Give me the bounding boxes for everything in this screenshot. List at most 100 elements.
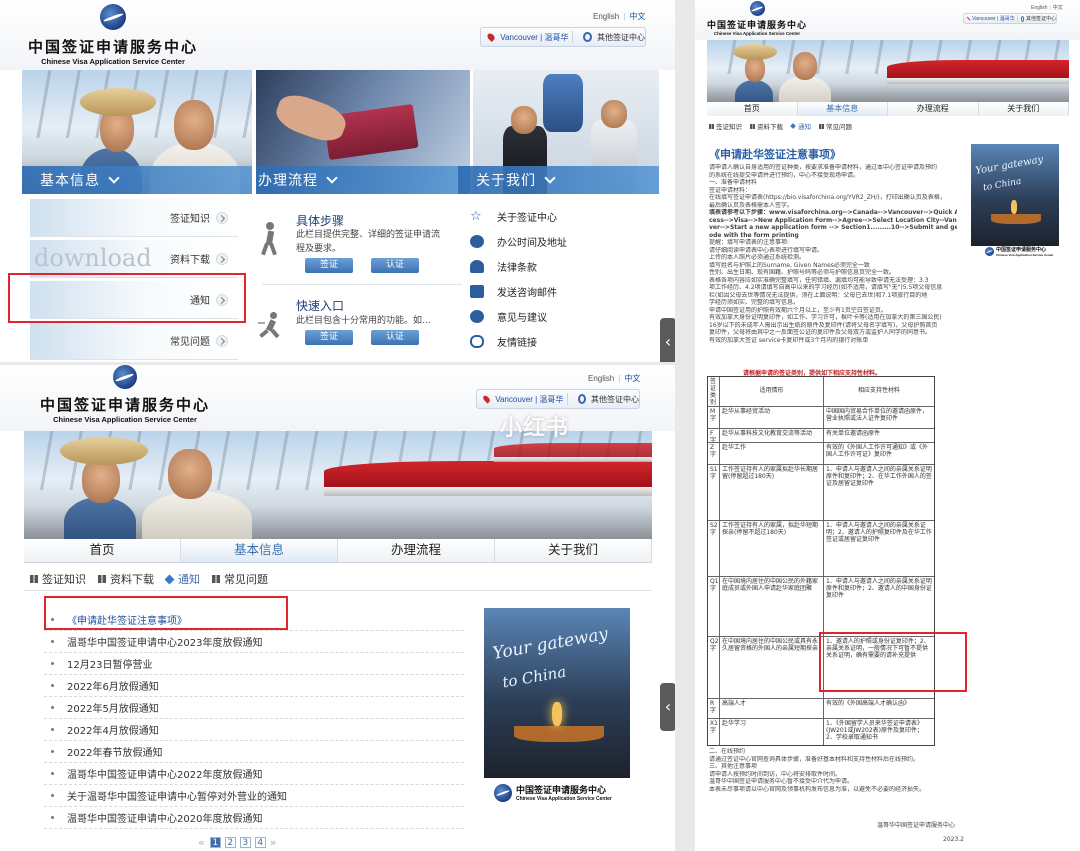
pagination: « 1 2 3 4 » — [198, 836, 281, 849]
notice-item[interactable]: 12月23日暂停营业 — [44, 653, 464, 675]
notice-item[interactable]: 温哥华中国签证申请中心2020年度放假通知 — [44, 807, 464, 829]
subnav-notices[interactable]: 通知 — [790, 121, 811, 131]
tab-about[interactable]: 关于我们 — [495, 539, 652, 562]
poster-logo-small: 中国签证申请服务中心 Chinese Visa Application Serv… — [985, 246, 1054, 257]
section-process[interactable]: 办理流程 — [256, 166, 470, 194]
gateway-poster: Your gateway to China — [484, 608, 630, 778]
other-centers-link[interactable]: 其他签证中心 — [591, 394, 639, 405]
grid-icon — [212, 575, 220, 583]
subnav-visa-knowledge[interactable]: 签证知识 — [30, 571, 86, 587]
location-selector[interactable]: Vancouver | 温哥华 其他签证中心 — [480, 27, 646, 47]
friend-links[interactable]: 友情链接 — [470, 334, 537, 349]
diamond-icon — [164, 574, 175, 584]
logo-emblem-icon — [985, 247, 994, 256]
grid-icon — [709, 123, 714, 129]
row-faq[interactable]: 常见问题 — [30, 322, 238, 360]
lang-chinese[interactable]: 中文 — [624, 374, 640, 383]
section-about[interactable]: 关于我们 — [458, 166, 659, 194]
page-2[interactable]: 2 — [224, 837, 236, 848]
tab-basic-info[interactable]: 基本信息 — [797, 102, 888, 116]
logo-emblem-icon — [100, 4, 126, 30]
location-selector-small[interactable]: Vancouver | 温哥华 其他签证中心 — [963, 13, 1057, 24]
banner-photo — [24, 431, 652, 539]
notice-item[interactable]: 温哥华中国签证申请中心2023年度放假通知 — [44, 631, 464, 653]
user-icon — [470, 260, 484, 273]
tab-process[interactable]: 办理流程 — [338, 539, 495, 562]
carousel-prev-button[interactable]: ‹ — [660, 683, 675, 731]
running-person-icon — [258, 312, 286, 339]
lang-english[interactable]: English — [588, 374, 614, 383]
subnav-visa-knowledge[interactable]: 签证知识 — [709, 121, 742, 131]
row-visa-knowledge[interactable]: 签证知识 — [30, 199, 238, 237]
tab-home[interactable]: 首页 — [24, 539, 181, 562]
site-logo-small[interactable]: 中国签证申请服务中心 Chinese Visa Application Serv… — [707, 1, 807, 36]
notice-item[interactable]: 2022年6月放假通知 — [44, 675, 464, 697]
chat-icon — [470, 310, 484, 323]
doc-tail: 二、在线预约 请通过签证中心官网查询具体步骤，准备好基本材料和支持性材料后在线预… — [709, 748, 926, 793]
main-tabs: 首页 基本信息 办理流程 关于我们 — [24, 539, 652, 563]
globe-icon — [578, 394, 586, 404]
tab-process[interactable]: 办理流程 — [888, 102, 979, 116]
subnav-faq[interactable]: 常见问题 — [819, 121, 852, 131]
chevron-down-icon — [544, 171, 556, 184]
other-centers-link[interactable]: 其他签证中心 — [1026, 15, 1056, 22]
gateway-poster-small: Your gateway to China — [971, 144, 1059, 246]
notice-item[interactable]: 2022年春节放假通知 — [44, 741, 464, 763]
highlight-notices-box — [8, 273, 246, 323]
location-icon — [470, 235, 484, 248]
step1-visa-button[interactable]: 签证 — [305, 258, 353, 273]
panel-notice-document: 《申请赴华签证注意事项》 请申请人确认自身适用的签证种类，按要求准备申请材料，通… — [695, 136, 1080, 851]
lang-english[interactable]: English — [593, 12, 619, 21]
chevron-down-icon — [326, 171, 338, 184]
main-tabs-small: 首页 基本信息 办理流程 关于我们 — [707, 102, 1069, 116]
highlight-q2-box — [819, 632, 967, 692]
page-4[interactable]: 4 — [254, 837, 266, 848]
doc-intro: 请申请人确认自身适用的签证种类，按要求准备申请材料，通过本中心签证申请及预约 的… — [709, 164, 957, 344]
subnav-faq[interactable]: 常见问题 — [212, 571, 268, 587]
subnav-downloads[interactable]: 资料下载 — [750, 121, 783, 131]
section-basic-info[interactable]: 基本信息 — [22, 166, 252, 194]
xiaohongshu-watermark: 小红书 — [500, 416, 570, 441]
tab-about[interactable]: 关于我们 — [978, 102, 1069, 116]
link-icon — [470, 335, 484, 348]
subnav-notices[interactable]: 通知 — [164, 571, 200, 587]
notice-item[interactable]: 2022年5月放假通知 — [44, 697, 464, 719]
location-selector[interactable]: Vancouver | 温哥华 其他签证中心 — [476, 389, 640, 409]
prev-page-button[interactable]: « — [198, 836, 205, 849]
notice-item[interactable]: 2022年4月放假通知 — [44, 719, 464, 741]
tab-home[interactable]: 首页 — [707, 102, 798, 116]
office-hours-link[interactable]: 办公时间及地址 — [470, 234, 567, 249]
chevron-right-icon — [216, 334, 228, 347]
site-logo[interactable]: 中国签证申请服务中心 Chinese Visa Application Serv… — [28, 4, 198, 66]
notice-item[interactable]: 关于温哥华中国签证申请中心暂停对外营业的通知 — [44, 785, 464, 807]
lang-chinese[interactable]: 中文 — [1053, 5, 1063, 11]
language-switch-small: English | 中文 — [1031, 5, 1063, 11]
grid-icon — [98, 575, 106, 583]
logo-emblem-icon — [749, 1, 765, 16]
lang-chinese[interactable]: 中文 — [629, 12, 645, 21]
page-3[interactable]: 3 — [239, 837, 251, 848]
step1-auth-button[interactable]: 认证 — [371, 258, 419, 273]
next-page-button[interactable]: » — [270, 836, 277, 849]
language-switch: English | 中文 — [593, 12, 646, 21]
about-center-link[interactable]: ☆ 关于签证中心 — [470, 209, 557, 224]
step2-visa-button[interactable]: 签证 — [305, 330, 353, 345]
other-centers-link[interactable]: 其他签证中心 — [597, 32, 645, 43]
walking-person-icon — [260, 222, 280, 256]
subnav-downloads[interactable]: 资料下载 — [98, 571, 154, 587]
poster-logo: 中国签证申请服务中心 Chinese Visa Application Serv… — [494, 783, 612, 802]
lang-english[interactable]: English — [1031, 5, 1047, 11]
carousel-prev-button[interactable]: ‹ — [660, 318, 675, 362]
step2-auth-button[interactable]: 认证 — [371, 330, 419, 345]
panel-basic-info-small: 中国签证申请服务中心 Chinese Visa Application Serv… — [695, 0, 1080, 136]
chevron-right-icon — [216, 211, 228, 224]
panel-notice-list: 中国签证申请服务中心 Chinese Visa Application Serv… — [0, 365, 675, 851]
site-logo[interactable]: 中国签证申请服务中心 Chinese Visa Application Serv… — [40, 365, 210, 424]
legal-terms-link[interactable]: 法律条款 — [470, 259, 537, 274]
feedback-link[interactable]: 意见与建议 — [470, 309, 547, 324]
send-email-link[interactable]: 发送咨询邮件 — [470, 284, 557, 299]
tab-basic-info[interactable]: 基本信息 — [181, 539, 338, 562]
subnav-small: 签证知识 资料下载 通知 常见问题 — [709, 121, 864, 131]
notice-item[interactable]: 温哥华中国签证申请中心2022年度放假通知 — [44, 763, 464, 785]
page-1[interactable]: 1 — [209, 837, 221, 848]
